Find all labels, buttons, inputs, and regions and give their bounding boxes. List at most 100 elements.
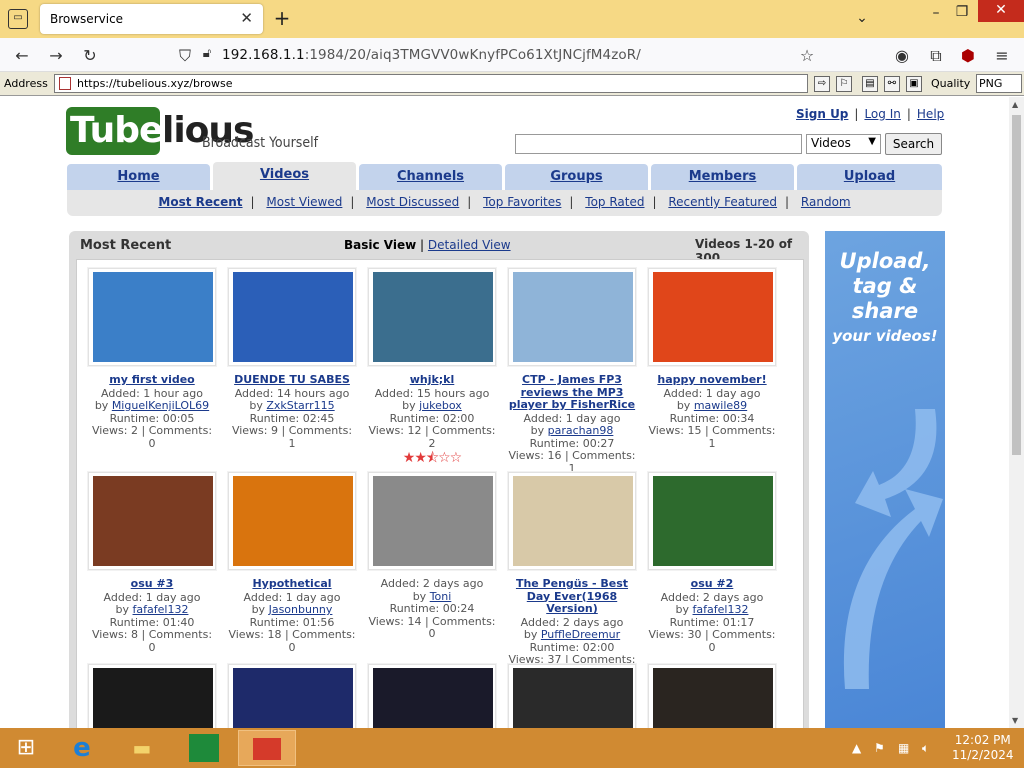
tab-overview-icon[interactable]: ▭ — [8, 9, 28, 29]
find-binoculars-icon[interactable]: ⚯ — [884, 76, 900, 92]
start-windows-icon[interactable]: ⊞ — [0, 730, 52, 766]
subnav-most-viewed[interactable]: Most Viewed — [266, 195, 342, 209]
volume-muted-icon[interactable]: 🔈︎ — [922, 741, 929, 756]
tab-videos[interactable]: Videos — [213, 162, 356, 192]
scroll-down-icon[interactable]: ▼ — [1012, 716, 1018, 725]
uploader-link[interactable]: fafafel132 — [133, 603, 189, 616]
video-title-link[interactable]: The Pengüs - Best Day Ever(1968 Version) — [507, 577, 637, 616]
tab-channels[interactable]: Channels — [359, 164, 502, 190]
help-link[interactable]: Help — [917, 107, 944, 121]
video-title-link[interactable]: osu #2 — [647, 577, 777, 591]
video-stats: Views: 30 | Comments: 0 — [648, 628, 776, 654]
bookmark-icon[interactable]: ⚐ — [836, 76, 852, 92]
tab-upload[interactable]: Upload — [797, 164, 942, 190]
forward-arrow-icon[interactable]: → — [46, 46, 66, 65]
uploader-link[interactable]: MiguelKenjiLOL69 — [112, 399, 209, 412]
video-thumbnail[interactable] — [508, 268, 636, 366]
quality-select[interactable]: PNG — [976, 74, 1022, 93]
bookmark-star-icon[interactable]: ☆ — [797, 46, 817, 65]
quality-value: PNG — [979, 77, 1003, 90]
video-title-link[interactable]: Hypothetical — [227, 577, 357, 591]
taskbar-clock[interactable]: 12:02 PM 11/2/2024 — [952, 733, 1014, 763]
video-title-link[interactable]: whjk;kl — [367, 373, 497, 387]
uploader-link[interactable]: Toni — [430, 590, 452, 603]
restore-icon[interactable]: ❐ — [952, 4, 972, 20]
network-icon[interactable]: ▦ — [898, 741, 909, 755]
search-button[interactable]: Search — [885, 133, 942, 155]
uploader-link[interactable]: fafafel132 — [693, 603, 749, 616]
account-icon[interactable]: ◉ — [892, 46, 912, 65]
video-title-link[interactable]: CTP - James FP3 reviews the MP3 player b… — [507, 373, 637, 412]
uploader-link[interactable]: PuffleDreemur — [541, 628, 620, 641]
clipboard-icon[interactable]: ▤ — [862, 76, 878, 92]
video-title-link[interactable]: happy november! — [647, 373, 777, 387]
video-thumbnail[interactable] — [648, 268, 776, 366]
address-input[interactable]: https://tubelious.xyz/browse — [54, 74, 808, 93]
minimize-icon[interactable]: – — [926, 5, 946, 21]
site-info-shield-icon[interactable]: ⛉ — [175, 46, 195, 66]
ad-line-4: your videos! — [832, 327, 938, 345]
subnav-random[interactable]: Random — [801, 195, 851, 209]
subnav-most-discussed[interactable]: Most Discussed — [366, 195, 459, 209]
video-thumbnail[interactable] — [368, 472, 496, 570]
video-item: my first video Added: 1 hour ago by Miguel… — [87, 268, 217, 450]
tab-groups[interactable]: Groups — [505, 164, 648, 190]
go-arrow-icon[interactable]: ⇨ — [814, 76, 830, 92]
video-title-link[interactable]: osu #3 — [87, 577, 217, 591]
extensions-puzzle-icon[interactable]: ⧉ — [926, 46, 946, 66]
video-thumbnail[interactable] — [88, 664, 216, 728]
video-thumbnail[interactable] — [368, 664, 496, 728]
uploader-link[interactable]: mawile89 — [694, 399, 747, 412]
scroll-up-icon[interactable]: ▲ — [1012, 100, 1018, 109]
uploader-link[interactable]: ZxkStarr115 — [266, 399, 334, 412]
video-thumbnail[interactable] — [228, 472, 356, 570]
search-input[interactable] — [515, 134, 802, 154]
video-thumbnail[interactable] — [228, 664, 356, 728]
new-tab-icon[interactable]: + — [272, 8, 292, 28]
browservice-app-icon[interactable] — [238, 730, 296, 766]
upload-ad-banner[interactable]: Upload, tag & share your videos! — [825, 231, 945, 728]
scrollbar-thumb[interactable] — [1012, 115, 1021, 455]
video-title-link[interactable]: DUENDE TU SABES — [227, 373, 357, 387]
login-link[interactable]: Log In — [864, 107, 900, 121]
paste-icon[interactable]: ▣ — [906, 76, 922, 92]
uploader-link[interactable]: parachan98 — [548, 424, 614, 437]
video-thumbnail[interactable] — [368, 268, 496, 366]
video-thumbnail[interactable] — [508, 664, 636, 728]
video-thumbnail[interactable] — [648, 472, 776, 570]
signup-link[interactable]: Sign Up — [796, 107, 848, 121]
scrollbar[interactable]: ▲ ▼ — [1009, 97, 1024, 728]
menu-hamburger-icon[interactable]: ≡ — [992, 46, 1012, 65]
subnav-recently-featured[interactable]: Recently Featured — [668, 195, 777, 209]
subnav-most-recent[interactable]: Most Recent — [158, 195, 242, 209]
insecure-lock-icon[interactable]: 🔓︎ — [197, 46, 217, 61]
video-thumbnail[interactable] — [88, 268, 216, 366]
video-stats: Views: 9 | Comments: 1 — [231, 424, 353, 450]
uploader-link[interactable]: Jasonbunny — [269, 603, 333, 616]
tab-list-chevron-icon[interactable]: ⌄ — [852, 10, 872, 26]
ublock-shield-icon[interactable]: ⬢ — [958, 46, 978, 65]
tray-chevron-icon[interactable]: ▲ — [852, 741, 861, 755]
video-title-link[interactable]: my first video — [87, 373, 217, 387]
close-window-icon[interactable]: ✕ — [978, 0, 1024, 22]
tab-home[interactable]: Home — [67, 164, 210, 190]
action-center-flag-icon[interactable]: ⚑ — [874, 741, 885, 755]
video-thumbnail[interactable] — [228, 268, 356, 366]
video-thumbnail[interactable] — [648, 664, 776, 728]
subnav-top-favorites[interactable]: Top Favorites — [483, 195, 561, 209]
url-bar[interactable]: 192.168.1.1:1984/20/aiq3TMGVV0wKnyfPCo61… — [222, 47, 641, 63]
internet-explorer-icon[interactable]: e — [56, 730, 108, 766]
file-explorer-icon[interactable]: ▬ — [116, 730, 168, 766]
browser-tab[interactable]: Browservice ✕ — [40, 4, 263, 34]
search-category-select[interactable]: Videos ▼ — [806, 134, 881, 154]
back-arrow-icon[interactable]: ← — [12, 46, 32, 65]
uploader-link[interactable]: jukebox — [419, 399, 462, 412]
close-tab-icon[interactable]: ✕ — [240, 9, 253, 27]
subnav-top-rated[interactable]: Top Rated — [585, 195, 644, 209]
video-thumbnail[interactable] — [508, 472, 636, 570]
video-thumbnail[interactable] — [88, 472, 216, 570]
detailed-view-link[interactable]: Detailed View — [428, 238, 511, 252]
reload-icon[interactable]: ↻ — [80, 46, 100, 65]
store-icon[interactable] — [178, 730, 230, 766]
tab-members[interactable]: Members — [651, 164, 794, 190]
